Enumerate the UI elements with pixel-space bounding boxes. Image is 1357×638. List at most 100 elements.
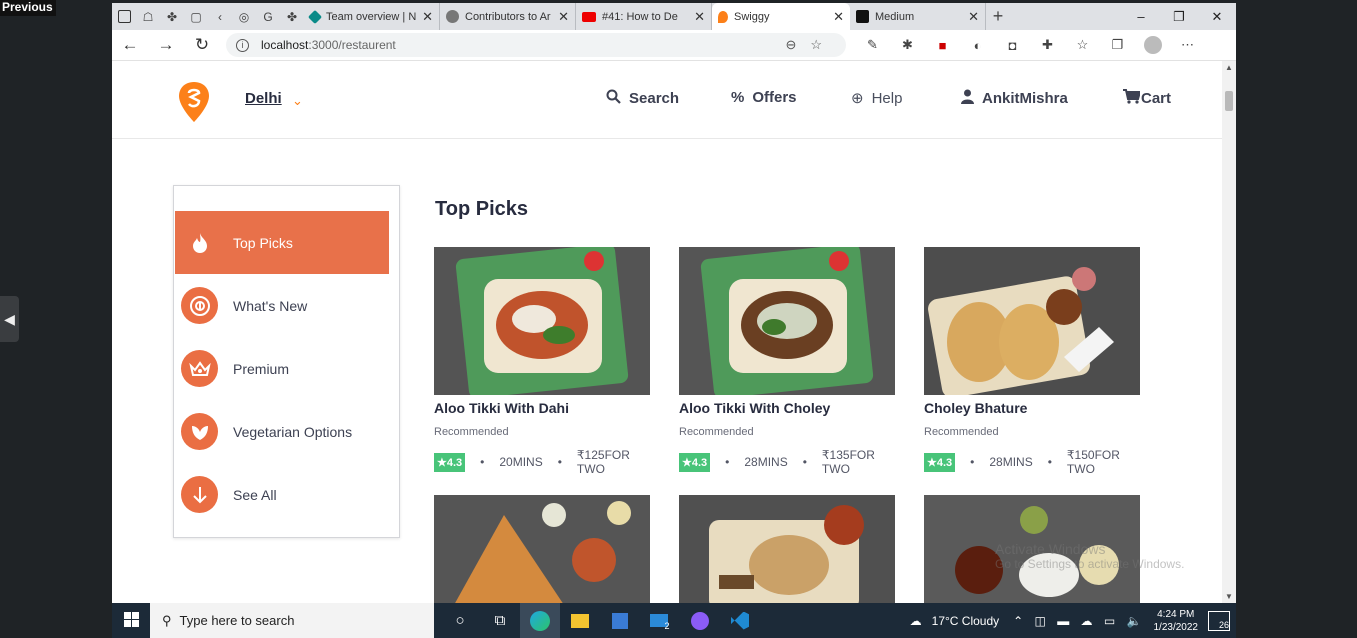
site-info-icon[interactable]: i bbox=[236, 38, 249, 52]
nav-cart-label: Cart bbox=[1141, 90, 1172, 107]
chevron-down-icon[interactable]: ⌄ bbox=[292, 93, 303, 109]
nav-search-label: Search bbox=[629, 90, 680, 107]
youtube-icon bbox=[582, 11, 596, 22]
food-meta: ★4.3 • 28MINS • ₹135FOR TWO bbox=[679, 448, 895, 476]
pinned-slack2-icon[interactable]: ✤ bbox=[280, 3, 304, 30]
more-menu-icon[interactable]: ⋯ bbox=[1175, 34, 1200, 56]
tab-actions-icon[interactable] bbox=[112, 3, 136, 30]
close-window-button[interactable]: ✕ bbox=[1198, 3, 1236, 30]
notification-count: 26 bbox=[1218, 619, 1229, 630]
store-icon[interactable] bbox=[600, 603, 640, 638]
scroll-down-icon[interactable]: ▼ bbox=[1225, 592, 1233, 601]
tab-label: Contributors to Ar bbox=[465, 10, 551, 23]
system-tray: ☁ 17°C Cloudy ⌃ ◫ ▬ ☁ ▭ 🔈 4:24 PM 1/23/2… bbox=[910, 608, 1236, 634]
food-card-aloo-tikki-choley[interactable]: Aloo Tikki With Choley Recommended ★4.3 … bbox=[679, 247, 895, 476]
sidebar-item-label: See All bbox=[233, 486, 277, 503]
extension-tool-icon[interactable]: ✎ bbox=[860, 34, 885, 56]
vscode-icon[interactable] bbox=[720, 603, 760, 638]
edge-browser-icon[interactable] bbox=[520, 603, 560, 638]
close-tab-icon[interactable]: ✕ bbox=[422, 9, 433, 25]
taskbar-search-placeholder: Type here to search bbox=[179, 613, 295, 628]
sidebar-item-whats-new[interactable]: What's New bbox=[175, 274, 389, 337]
food-card-aloo-tikki-dahi[interactable]: Aloo Tikki With Dahi Recommended ★4.3 • … bbox=[434, 247, 650, 476]
food-tag: Recommended bbox=[924, 426, 999, 438]
tray-icons[interactable]: ⌃ ◫ ▬ ☁ ▭ 🔈 bbox=[1013, 614, 1145, 628]
tab-how-to[interactable]: #41: How to De ✕ bbox=[576, 3, 712, 30]
zoom-favorite-icons[interactable]: ⊖☆ bbox=[785, 37, 836, 53]
city-selector[interactable]: Delhi bbox=[245, 90, 282, 107]
extension-red-icon[interactable]: ■ bbox=[930, 34, 955, 56]
price-for-two: ₹125FOR TWO bbox=[576, 448, 630, 476]
nav-profile[interactable]: AnkitMishra bbox=[961, 89, 1068, 108]
scroll-up-icon[interactable]: ▲ bbox=[1225, 63, 1233, 72]
food-name: Aloo Tikki With Dahi bbox=[434, 400, 569, 416]
previous-arrow-button[interactable]: ◀ bbox=[0, 296, 19, 342]
tab-label: Medium bbox=[875, 10, 915, 23]
close-tab-icon[interactable]: ✕ bbox=[968, 9, 979, 25]
previous-label[interactable]: Previous bbox=[0, 0, 56, 16]
restore-button[interactable]: ❐ bbox=[1160, 3, 1198, 30]
close-tab-icon[interactable]: ✕ bbox=[833, 9, 844, 25]
pinned-browser-icon[interactable]: ◎ bbox=[232, 3, 256, 30]
sidebar-item-premium[interactable]: Premium bbox=[175, 337, 389, 400]
sidebar-item-see-all[interactable]: See All bbox=[175, 463, 389, 526]
pinned-back-icon[interactable]: ‹ bbox=[208, 3, 232, 30]
new-tab-button[interactable]: + bbox=[986, 3, 1010, 30]
profile-avatar[interactable] bbox=[1140, 34, 1165, 56]
mail-icon[interactable]: 2 bbox=[640, 603, 680, 638]
delivery-time: 20MINS bbox=[499, 455, 543, 469]
minimize-button[interactable]: – bbox=[1122, 3, 1160, 30]
notifications-icon[interactable]: 26 bbox=[1208, 610, 1230, 631]
nav-help[interactable]: ⊕ Help bbox=[851, 89, 902, 108]
url-field[interactable]: i localhost:3000/restaurent ⊖☆ bbox=[226, 33, 846, 57]
tab-contributors[interactable]: Contributors to Ar ✕ bbox=[440, 3, 576, 30]
food-card-row2-1[interactable] bbox=[434, 495, 650, 603]
back-button[interactable]: ← bbox=[112, 35, 148, 55]
close-tab-icon[interactable]: ✕ bbox=[558, 9, 569, 25]
leaf-icon bbox=[181, 413, 218, 450]
extension-shield-icon[interactable]: ◘ bbox=[1000, 34, 1025, 56]
collections-icon[interactable]: ❐ bbox=[1105, 34, 1130, 56]
site-header: Delhi ⌄ Search % Offers ⊕ Help AnkitMish… bbox=[112, 61, 1222, 139]
extensions-puzzle-icon[interactable]: ✚ bbox=[1035, 34, 1060, 56]
taskbar-search-box[interactable]: ⚲ Type here to search bbox=[150, 603, 434, 638]
tab-swiggy[interactable]: Swiggy ✕ bbox=[712, 3, 850, 30]
tab-team-overview[interactable]: Team overview | Ne ✕ bbox=[304, 3, 440, 30]
nav-offers-label: Offers bbox=[752, 89, 797, 106]
windows-start-icon[interactable] bbox=[112, 611, 150, 630]
favorites-icon[interactable]: ☆ bbox=[1070, 34, 1095, 56]
food-name: Aloo Tikki With Choley bbox=[679, 400, 831, 416]
weather-text[interactable]: 17°C Cloudy bbox=[932, 614, 1000, 628]
forward-button[interactable]: → bbox=[148, 35, 184, 55]
sidebar-item-top-picks[interactable]: Top Picks bbox=[175, 211, 389, 274]
pinned-doc-icon[interactable]: ▢ bbox=[184, 3, 208, 30]
sidebar-item-vegetarian[interactable]: Vegetarian Options bbox=[175, 400, 389, 463]
delivery-time: 28MINS bbox=[744, 455, 788, 469]
reload-button[interactable]: ↻ bbox=[184, 35, 220, 55]
page-scrollbar[interactable]: ▲ ▼ bbox=[1222, 61, 1236, 603]
food-name: Choley Bhature bbox=[924, 400, 1028, 416]
github-icon bbox=[446, 10, 459, 23]
file-explorer-icon[interactable] bbox=[560, 603, 600, 638]
pinned-tab-icon[interactable]: ☖ bbox=[136, 3, 160, 30]
pinned-slack-icon[interactable]: ✤ bbox=[160, 3, 184, 30]
tab-medium[interactable]: Medium ✕ bbox=[850, 3, 986, 30]
task-view-icon[interactable]: ⧉ bbox=[480, 603, 520, 638]
food-card-choley-bhature[interactable]: Choley Bhature Recommended ★4.3 • 28MINS… bbox=[924, 247, 1140, 476]
scroll-thumb[interactable] bbox=[1225, 91, 1233, 111]
nav-offers[interactable]: % Offers bbox=[731, 89, 797, 106]
extension-bug-icon[interactable]: ✱ bbox=[895, 34, 920, 56]
nav-cart[interactable]: Cart bbox=[1123, 89, 1171, 108]
clock[interactable]: 4:24 PM 1/23/2022 bbox=[1154, 608, 1199, 634]
extension-moon-icon[interactable]: ◐ bbox=[965, 34, 990, 56]
pinned-google-icon[interactable]: G bbox=[256, 3, 280, 30]
food-card-row2-2[interactable] bbox=[679, 495, 895, 603]
nav-search[interactable]: Search bbox=[606, 89, 679, 108]
weather-icon[interactable]: ☁ bbox=[910, 614, 922, 628]
cortana-icon[interactable]: ○ bbox=[440, 603, 480, 638]
watermark-line-2: Go to Settings to activate Windows. bbox=[995, 557, 1185, 571]
swiggy-logo-icon[interactable] bbox=[178, 81, 210, 123]
close-tab-icon[interactable]: ✕ bbox=[694, 9, 705, 25]
sidebar-item-label: Premium bbox=[233, 360, 290, 377]
github-desktop-icon[interactable] bbox=[680, 603, 720, 638]
